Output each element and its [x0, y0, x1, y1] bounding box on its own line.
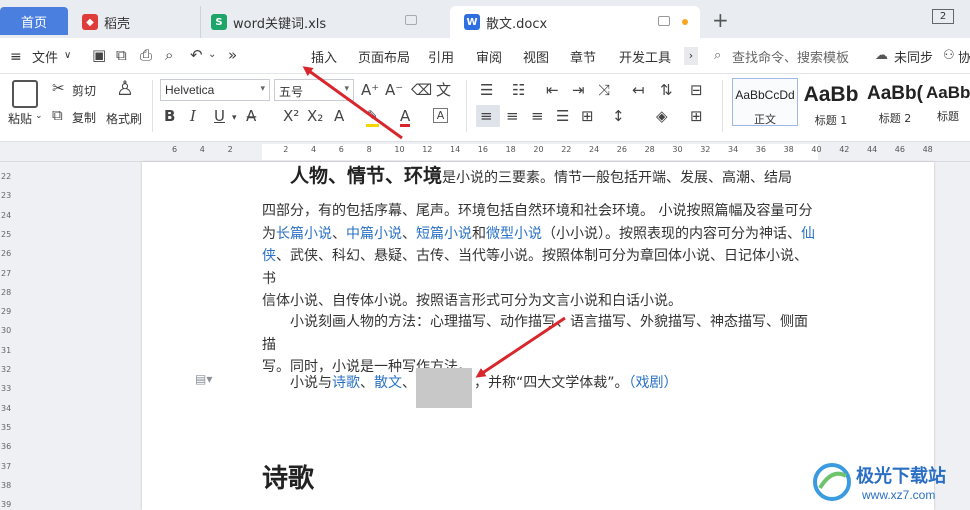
watermark-title: 极光下载站 — [856, 466, 946, 487]
aurora-logo-icon — [813, 463, 851, 501]
annotation-arrows — [302, 66, 566, 378]
site-watermark: 极光下载站 www.xz7.com — [812, 460, 970, 508]
arrow-to-gray-block — [475, 316, 566, 378]
watermark-url: www.xz7.com — [862, 488, 936, 502]
arrow-to-start-tab — [302, 66, 403, 140]
